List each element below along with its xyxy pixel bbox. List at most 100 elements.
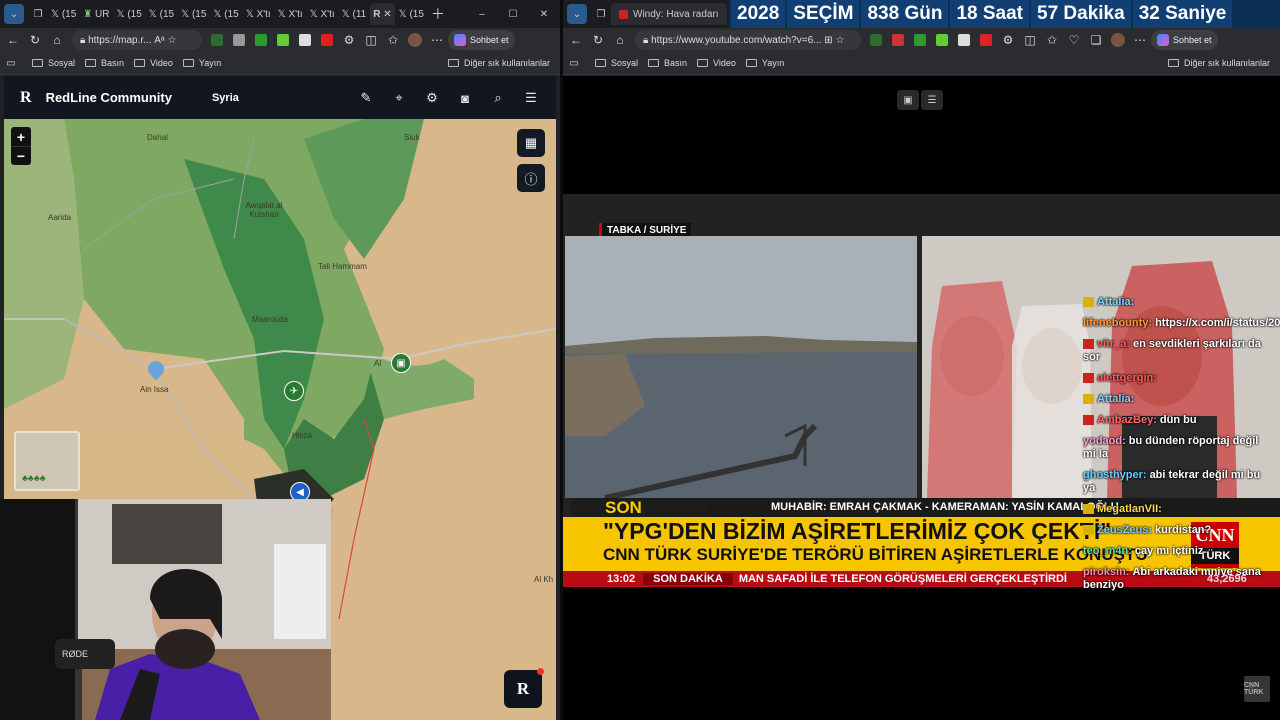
chat-username[interactable]: ZeusZeus: — [1097, 524, 1152, 536]
split-screen-icon[interactable]: ◫ — [1019, 29, 1041, 51]
new-tab-button[interactable]: ＋ — [428, 3, 448, 25]
chat-username[interactable]: yodaod: — [1083, 435, 1126, 447]
extension-icon-4[interactable] — [277, 34, 289, 46]
extension-icon-5[interactable] — [958, 34, 970, 46]
menu-icon[interactable]: ☰ — [520, 87, 542, 109]
bookmark-video[interactable]: Video — [697, 58, 736, 68]
favorites-icon[interactable]: ✩ — [1041, 29, 1063, 51]
reload-icon[interactable]: ↻ — [587, 29, 609, 51]
minimap-thumbnail[interactable]: ♣♣♣♣ — [14, 431, 80, 491]
avatar[interactable] — [404, 29, 426, 51]
url-field[interactable]: 🔒︎ https://www.youtube.com/watch?v=6... … — [635, 30, 861, 50]
workspaces-icon[interactable]: ❐ — [28, 4, 48, 24]
redline-fab-button[interactable]: R — [504, 668, 544, 708]
tab-x-1[interactable]: 𝕏 (15 — [48, 3, 79, 25]
back-arrow-icon[interactable]: ← — [565, 29, 587, 51]
extension-icon-6[interactable] — [321, 34, 333, 46]
bookmark-video[interactable]: Video — [134, 58, 173, 68]
gear-icon[interactable]: ⚙ — [421, 87, 443, 109]
pin-icon[interactable]: ⌖ — [388, 87, 410, 109]
chat-username[interactable]: Attalia: — [1097, 296, 1134, 308]
notes-icon[interactable]: ☰ — [921, 90, 943, 110]
chat-username[interactable]: piroksin: — [1083, 566, 1129, 578]
back-arrow-icon[interactable]: ← — [2, 29, 24, 51]
chat-username[interactable]: vitr_a: — [1097, 338, 1130, 350]
close-tab-icon[interactable]: ✕ — [383, 9, 391, 20]
chat-username[interactable]: ghosthyper: — [1083, 469, 1147, 481]
zoom-in-button[interactable]: + — [11, 127, 31, 146]
chat-username[interactable]: AmbazBey: — [1097, 414, 1157, 426]
extension-icon-2[interactable] — [233, 34, 245, 46]
camera-icon[interactable]: ◙ — [454, 87, 476, 109]
extension-icon-3[interactable] — [255, 34, 267, 46]
search-icon[interactable]: ⌕ — [487, 87, 509, 109]
tab-x-7[interactable]: 𝕏 X'tı — [275, 3, 306, 25]
workspaces-icon[interactable]: ❐ — [591, 4, 611, 24]
tab-x-5[interactable]: 𝕏 (15 — [210, 3, 241, 25]
tab-actions-icon[interactable]: ▭ — [563, 52, 585, 74]
more-menu-icon[interactable]: ⋯ — [426, 29, 448, 51]
youtube-player[interactable]: ▣ ☰ TABKA / SURİYE SON MUHABİR: EMRAH ÇA… — [563, 76, 1280, 720]
reload-icon[interactable]: ↻ — [24, 29, 46, 51]
bookmark-basin[interactable]: Basın — [648, 58, 687, 68]
read-aloud-icon[interactable]: Aᵃ — [154, 35, 164, 46]
copilot-chat-button[interactable]: Sohbet et — [448, 30, 515, 50]
home-icon[interactable]: ⌂ — [609, 29, 631, 51]
favorite-star-icon[interactable]: ☆ — [167, 35, 176, 46]
other-bookmarks[interactable]: Diğer sık kullanılanlar — [447, 58, 550, 68]
tab-x-8[interactable]: 𝕏 X'tı — [307, 3, 338, 25]
extension-icon-5[interactable] — [299, 34, 311, 46]
extension-icon-6[interactable] — [980, 34, 992, 46]
chat-username[interactable]: lifenebounty: — [1083, 317, 1152, 329]
tab-list-chevron-icon[interactable]: ⌄ — [4, 4, 24, 24]
extension-icon-2[interactable] — [892, 34, 904, 46]
tab-redline-active[interactable]: R ✕ — [370, 3, 395, 25]
pen-icon[interactable]: ✎ — [355, 87, 377, 109]
unit-marker-icon[interactable]: ✈ — [284, 381, 304, 401]
bookmark-sosyal[interactable]: Sosyal — [595, 58, 638, 68]
site-logo[interactable]: R — [20, 89, 32, 107]
favorites-icon[interactable]: ✩ — [382, 29, 404, 51]
chat-username[interactable]: Attalia: — [1097, 393, 1134, 405]
bookmark-basin[interactable]: Basın — [85, 58, 124, 68]
more-menu-icon[interactable]: ⋯ — [1129, 29, 1151, 51]
tab-ur[interactable]: ♜ UR — [80, 3, 112, 25]
tab-list-chevron-icon[interactable]: ⌄ — [567, 4, 587, 24]
tab-x-9[interactable]: 𝕏 (11 — [339, 3, 370, 25]
other-bookmarks[interactable]: Diğer sık kullanılanlar — [1167, 58, 1270, 68]
chat-username[interactable]: MegatlanVII: — [1097, 503, 1162, 515]
tab-x-2[interactable]: 𝕏 (15 — [114, 3, 145, 25]
bookmark-yayin[interactable]: Yayın — [745, 58, 784, 68]
tab-windy[interactable]: Windy: Hava radarı — [611, 3, 727, 25]
tab-x-10[interactable]: 𝕏 (15 — [396, 3, 427, 25]
chat-username[interactable]: alettgergin: — [1097, 372, 1157, 384]
extension-icon-3[interactable] — [914, 34, 926, 46]
page-title[interactable]: Syria — [212, 92, 239, 104]
extensions-puzzle-icon[interactable]: ⚙ — [338, 29, 360, 51]
truck-marker-icon[interactable]: ▣ — [391, 353, 411, 373]
bookmark-sosyal[interactable]: Sosyal — [32, 58, 75, 68]
info-icon[interactable]: ⓘ — [517, 164, 545, 192]
tab-actions-icon[interactable]: ▭ — [0, 52, 22, 74]
split-screen-icon[interactable]: ◫ — [360, 29, 382, 51]
extension-icon-4[interactable] — [936, 34, 948, 46]
extensions-puzzle-icon[interactable]: ⚙ — [997, 29, 1019, 51]
map-layers-icon[interactable]: ▦ — [517, 129, 545, 157]
extension-icon-1[interactable] — [211, 34, 223, 46]
close-window-button[interactable]: ✕ — [529, 3, 559, 25]
tab-x-3[interactable]: 𝕏 (15 — [146, 3, 177, 25]
minimize-button[interactable]: – — [467, 3, 497, 25]
tab-x-4[interactable]: 𝕏 (15 — [178, 3, 209, 25]
collections-icon[interactable]: ❏ — [1085, 29, 1107, 51]
maximize-button[interactable]: ☐ — [498, 3, 528, 25]
chat-username[interactable]: teo_m4n: — [1083, 545, 1132, 557]
extension-icon-1[interactable] — [870, 34, 882, 46]
install-app-icon[interactable]: ⊞ — [824, 35, 832, 46]
avatar[interactable] — [1107, 29, 1129, 51]
zoom-out-button[interactable]: − — [11, 146, 31, 165]
heart-icon[interactable]: ♡ — [1063, 29, 1085, 51]
miniplayer-icon[interactable]: ▣ — [897, 90, 919, 110]
copilot-chat-button[interactable]: Sohbet et — [1151, 30, 1218, 50]
bookmark-yayin[interactable]: Yayın — [182, 58, 221, 68]
favorite-star-icon[interactable]: ☆ — [835, 35, 844, 46]
